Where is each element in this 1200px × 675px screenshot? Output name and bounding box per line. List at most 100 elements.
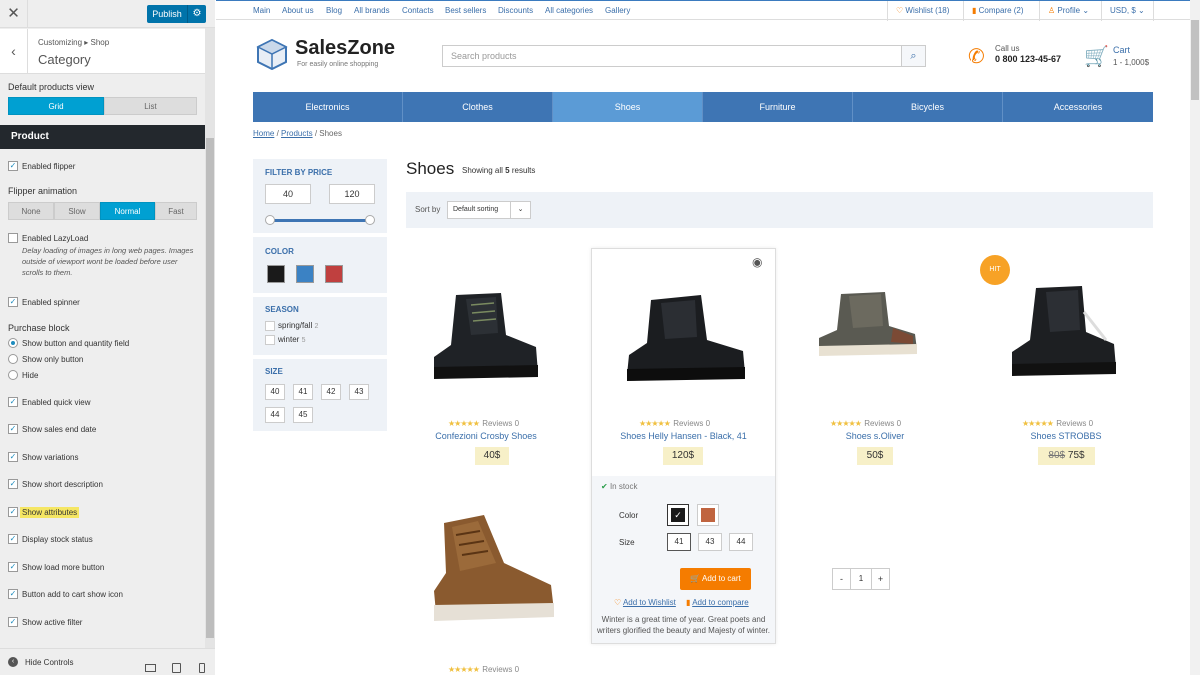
flipper-checkbox[interactable]: ✓	[8, 161, 18, 171]
scrollbar-thumb[interactable]	[206, 138, 214, 638]
breadcrumb-products[interactable]: Products	[281, 129, 313, 138]
qty-increase-button[interactable]: +	[871, 569, 889, 589]
wishlist-link[interactable]: ♡ Wishlist (18)	[887, 1, 957, 21]
size-option[interactable]: 44	[729, 533, 753, 551]
spinner-checkbox[interactable]: ✓	[8, 297, 18, 307]
color-swatch-blue[interactable]	[296, 265, 314, 283]
top-link-best-sellers[interactable]: Best sellers	[445, 6, 486, 15]
reviews-count[interactable]: Reviews 0	[673, 419, 710, 428]
add-to-compare-link[interactable]: ▮ Add to compare	[686, 598, 749, 607]
top-link-blog[interactable]: Blog	[326, 6, 342, 15]
hide-controls-button[interactable]: Hide Controls	[25, 658, 73, 667]
logo-text[interactable]: SalesZone	[295, 37, 395, 60]
flipper-normal-option[interactable]: Normal	[100, 202, 155, 220]
price-slider-track[interactable]	[269, 219, 371, 222]
color-swatch-black[interactable]	[267, 265, 285, 283]
top-link-about[interactable]: About us	[282, 6, 314, 15]
flipper-slow-option[interactable]: Slow	[54, 202, 100, 220]
product-image[interactable]	[1006, 282, 1121, 385]
purchase-radio-only-button[interactable]	[8, 354, 18, 364]
quantity-stepper[interactable]: - 1 +	[832, 568, 890, 590]
back-icon[interactable]: ‹	[0, 29, 28, 74]
size-option[interactable]: 43	[349, 384, 369, 400]
product-name[interactable]: Shoes STROBBS	[1001, 431, 1131, 441]
view-list-option[interactable]: List	[104, 97, 197, 115]
size-option[interactable]: 45	[293, 407, 313, 423]
product-image[interactable]	[426, 513, 561, 631]
page-scrollbar-thumb[interactable]	[1191, 20, 1199, 100]
lazyload-checkbox[interactable]	[8, 233, 18, 243]
color-option-brown[interactable]	[697, 504, 719, 526]
search-input[interactable]: Search products	[442, 45, 902, 67]
top-link-categories[interactable]: All categories	[545, 6, 593, 15]
price-min-input[interactable]: 40	[265, 184, 311, 204]
nav-bicycles[interactable]: Bicycles	[853, 92, 1003, 122]
search-icon[interactable]: ⌕	[902, 45, 926, 67]
flipper-none-option[interactable]: None	[8, 202, 54, 220]
add-to-wishlist-link[interactable]: ♡ Add to Wishlist	[614, 598, 676, 607]
page-scrollbar-track[interactable]	[1190, 0, 1200, 675]
product-name[interactable]: Shoes Helly Hansen - Black, 41	[601, 431, 766, 441]
size-option-selected[interactable]: 41	[667, 533, 691, 551]
nav-furniture[interactable]: Furniture	[703, 92, 853, 122]
short-desc-checkbox[interactable]: ✓	[8, 479, 18, 489]
tablet-preview-icon[interactable]	[172, 663, 181, 673]
reviews-count[interactable]: Reviews 0	[1056, 419, 1093, 428]
top-link-main[interactable]: Main	[253, 6, 270, 15]
close-icon[interactable]: ✕	[0, 0, 28, 28]
add-to-cart-button[interactable]: 🛒 Add to cart	[680, 568, 751, 590]
quick-view-checkbox[interactable]: ✓	[8, 397, 18, 407]
reviews-count[interactable]: Reviews 0	[864, 419, 901, 428]
product-name[interactable]: Shoes s.Oliver	[810, 431, 940, 441]
top-link-discounts[interactable]: Discounts	[498, 6, 533, 15]
purchase-radio-hide[interactable]	[8, 370, 18, 380]
reviews-count[interactable]: Reviews 0	[482, 419, 519, 428]
hide-controls-icon[interactable]: ‹	[8, 657, 18, 667]
size-option[interactable]: 42	[321, 384, 341, 400]
nav-clothes[interactable]: Clothes	[403, 92, 553, 122]
price-slider-min-handle[interactable]	[265, 215, 275, 225]
size-option[interactable]: 44	[265, 407, 285, 423]
product-image[interactable]	[426, 285, 546, 388]
season-checkbox[interactable]	[265, 335, 275, 345]
price-max-input[interactable]: 120	[329, 184, 375, 204]
stock-status-checkbox[interactable]: ✓	[8, 534, 18, 544]
qty-decrease-button[interactable]: -	[833, 569, 851, 589]
size-option[interactable]: 41	[293, 384, 313, 400]
qty-value[interactable]: 1	[851, 569, 871, 589]
season-checkbox[interactable]	[265, 321, 275, 331]
variations-checkbox[interactable]: ✓	[8, 452, 18, 462]
size-option[interactable]: 40	[265, 384, 285, 400]
top-link-contacts[interactable]: Contacts	[402, 6, 434, 15]
profile-dropdown[interactable]: ♙ Profile ⌄	[1039, 1, 1097, 21]
nav-electronics[interactable]: Electronics	[253, 92, 403, 122]
attributes-checkbox[interactable]: ✓	[8, 507, 18, 517]
cart-icon[interactable]: 🛒	[1084, 44, 1109, 69]
active-filter-checkbox[interactable]: ✓	[8, 617, 18, 627]
price-slider-max-handle[interactable]	[365, 215, 375, 225]
color-swatch-red[interactable]	[325, 265, 343, 283]
phone-number[interactable]: 0 800 123-45-67	[995, 54, 1061, 64]
product-name[interactable]: Confezioni Crosby Shoes	[426, 431, 546, 441]
publish-button[interactable]: Publish	[147, 5, 187, 23]
compare-link[interactable]: ▮ Compare (2)	[963, 1, 1032, 21]
logo-icon[interactable]	[256, 38, 288, 73]
gear-icon[interactable]: ⚙	[187, 5, 206, 23]
size-option[interactable]: 43	[698, 533, 722, 551]
cart-icon-checkbox[interactable]: ✓	[8, 589, 18, 599]
purchase-radio-button-qty[interactable]	[8, 338, 18, 348]
eye-icon[interactable]: ◉	[752, 255, 762, 269]
flipper-fast-option[interactable]: Fast	[155, 202, 197, 220]
sort-select[interactable]: Default sorting ⌄	[447, 201, 531, 219]
reviews-count[interactable]: Reviews 0	[482, 665, 519, 674]
currency-dropdown[interactable]: USD, $ ⌄	[1101, 1, 1154, 21]
product-image[interactable]	[813, 290, 923, 363]
product-image[interactable]	[621, 285, 751, 388]
top-link-gallery[interactable]: Gallery	[605, 6, 630, 15]
desktop-preview-icon[interactable]	[145, 664, 156, 672]
color-option-black[interactable]: ✓	[667, 504, 689, 526]
sales-end-checkbox[interactable]: ✓	[8, 424, 18, 434]
load-more-checkbox[interactable]: ✓	[8, 562, 18, 572]
mobile-preview-icon[interactable]	[199, 663, 205, 673]
view-grid-option[interactable]: Grid	[8, 97, 104, 115]
